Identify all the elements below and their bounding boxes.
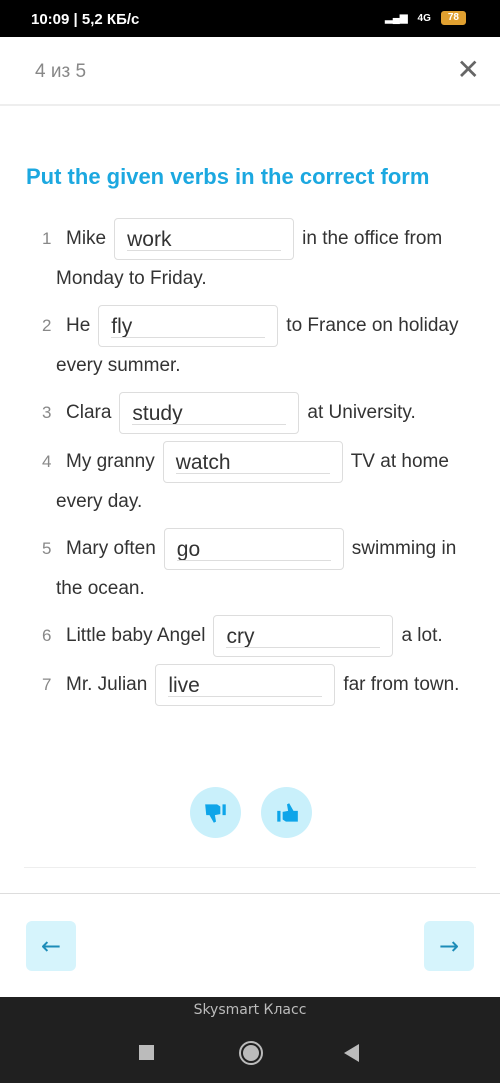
task-text-before: Clara xyxy=(66,402,112,424)
divider xyxy=(24,867,476,868)
prev-button[interactable]: ← xyxy=(26,921,76,971)
app-name: Skysmart Класс xyxy=(193,1002,307,1018)
answer-input[interactable]: work xyxy=(114,218,295,260)
answer-input[interactable]: go xyxy=(163,528,344,570)
task-text-before: Mike xyxy=(66,228,107,250)
network-label: 4G xyxy=(417,12,431,24)
answer-input[interactable]: study xyxy=(119,392,300,434)
next-button[interactable]: → xyxy=(424,921,474,971)
task-number: 4 xyxy=(42,452,52,472)
close-icon[interactable]: ✕ xyxy=(457,53,480,86)
status-time: 10:09 | 5,2 КБ/с xyxy=(31,11,140,28)
task-item: 6 Little baby Angel cry a lot. xyxy=(42,615,482,657)
task-item: 2 He fly to France on holiday every summer. xyxy=(42,305,482,385)
task-text-after: a lot. xyxy=(401,625,443,647)
dislike-button[interactable] xyxy=(190,787,241,838)
system-navigation-bar: Skysmart Класс xyxy=(0,997,500,1083)
bottom-navigation: ← → xyxy=(0,893,500,997)
thumbs-up-icon xyxy=(276,802,298,822)
task-item: 7 Mr. Julian live far from town. xyxy=(42,664,482,706)
status-bar: 10:09 | 5,2 КБ/с ▂▄▆ 4G 78 xyxy=(0,0,500,37)
task-text-before: Little baby Angel xyxy=(66,625,206,647)
answer-input[interactable]: cry xyxy=(213,615,394,657)
recents-icon[interactable] xyxy=(139,1045,154,1060)
arrow-left-icon: ← xyxy=(40,932,62,960)
answer-input[interactable]: fly xyxy=(98,305,279,347)
home-icon[interactable] xyxy=(239,1041,263,1065)
battery-icon: 78 xyxy=(440,11,466,25)
like-button[interactable] xyxy=(261,787,312,838)
task-text-before: Mary often xyxy=(66,538,156,560)
task-text-before: Mr. Julian xyxy=(66,674,148,696)
task-list: 1 Mike work in the office from Monday to Fr… xyxy=(42,218,482,713)
task-text-after: at University. xyxy=(307,402,416,424)
exercise-title: Put the given verbs in the correct form xyxy=(26,164,430,189)
task-number: 2 xyxy=(42,316,52,336)
task-text-before: My granny xyxy=(66,451,155,473)
signal-icon: ▂▄▆ xyxy=(385,12,408,24)
task-item: 5 Mary often go swimming in the ocean. xyxy=(42,528,482,608)
back-icon[interactable] xyxy=(344,1044,359,1062)
header: 4 из 5 ✕ xyxy=(0,37,500,106)
task-number: 1 xyxy=(42,229,52,249)
task-number: 7 xyxy=(42,675,52,695)
task-item: 1 Mike work in the office from Monday to Fr… xyxy=(42,218,482,298)
answer-input[interactable]: live xyxy=(155,664,336,706)
task-number: 5 xyxy=(42,539,52,559)
task-text-before: He xyxy=(66,315,91,337)
task-item: 4 My granny watch TV at home every day. xyxy=(42,441,482,521)
task-number: 3 xyxy=(42,403,52,423)
progress-counter: 4 из 5 xyxy=(35,61,87,82)
task-text-after: far from town. xyxy=(343,674,460,696)
arrow-right-icon: → xyxy=(438,932,460,960)
task-number: 6 xyxy=(42,626,52,646)
thumbs-down-icon xyxy=(204,803,226,823)
answer-input[interactable]: watch xyxy=(162,441,343,483)
task-item: 3 Clara study at University. xyxy=(42,392,482,434)
